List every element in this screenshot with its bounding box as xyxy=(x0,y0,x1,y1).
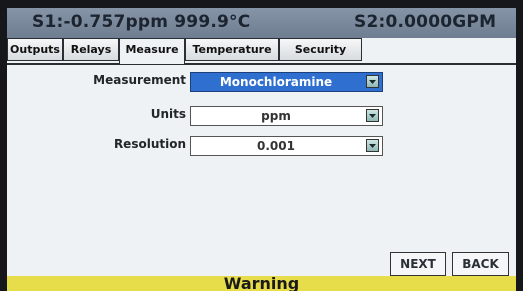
measurement-select[interactable]: Monochloramine xyxy=(190,72,383,92)
dropdown-arrow-icon[interactable] xyxy=(366,139,379,152)
warning-text: Warning xyxy=(223,274,300,291)
status-bar: S1:-0.757ppm 999.9°C S2:0.0000GPM xyxy=(7,8,516,38)
touch-screen: S1:-0.757ppm 999.9°C S2:0.0000GPM Output… xyxy=(7,8,516,291)
units-value: ppm xyxy=(261,109,291,123)
dropdown-arrow-icon[interactable] xyxy=(366,109,379,122)
tab-outputs[interactable]: Outputs xyxy=(7,38,63,61)
measurement-label: Measurement xyxy=(93,73,186,87)
sensor2-reading: S2:0.0000GPM xyxy=(354,12,497,32)
sensor1-reading: S1:-0.757ppm 999.9°C xyxy=(32,12,251,32)
dropdown-arrow-icon[interactable] xyxy=(366,75,379,88)
back-button[interactable]: BACK xyxy=(452,252,509,276)
warning-bar[interactable]: Warning xyxy=(7,274,516,291)
resolution-label: Resolution xyxy=(113,137,186,151)
resolution-select[interactable]: 0.001 xyxy=(190,136,383,156)
resolution-value: 0.001 xyxy=(257,139,295,153)
tab-bar: Outputs Relays Measure Temperature Secur… xyxy=(7,38,516,65)
tab-relays[interactable]: Relays xyxy=(63,38,119,61)
tab-temperature[interactable]: Temperature xyxy=(185,38,279,61)
units-label: Units xyxy=(150,107,186,121)
tab-measure[interactable]: Measure xyxy=(119,38,185,64)
measurement-value: Monochloramine xyxy=(219,75,333,89)
next-button[interactable]: NEXT xyxy=(390,252,446,276)
units-select[interactable]: ppm xyxy=(190,106,383,126)
tab-security[interactable]: Security xyxy=(279,38,362,61)
